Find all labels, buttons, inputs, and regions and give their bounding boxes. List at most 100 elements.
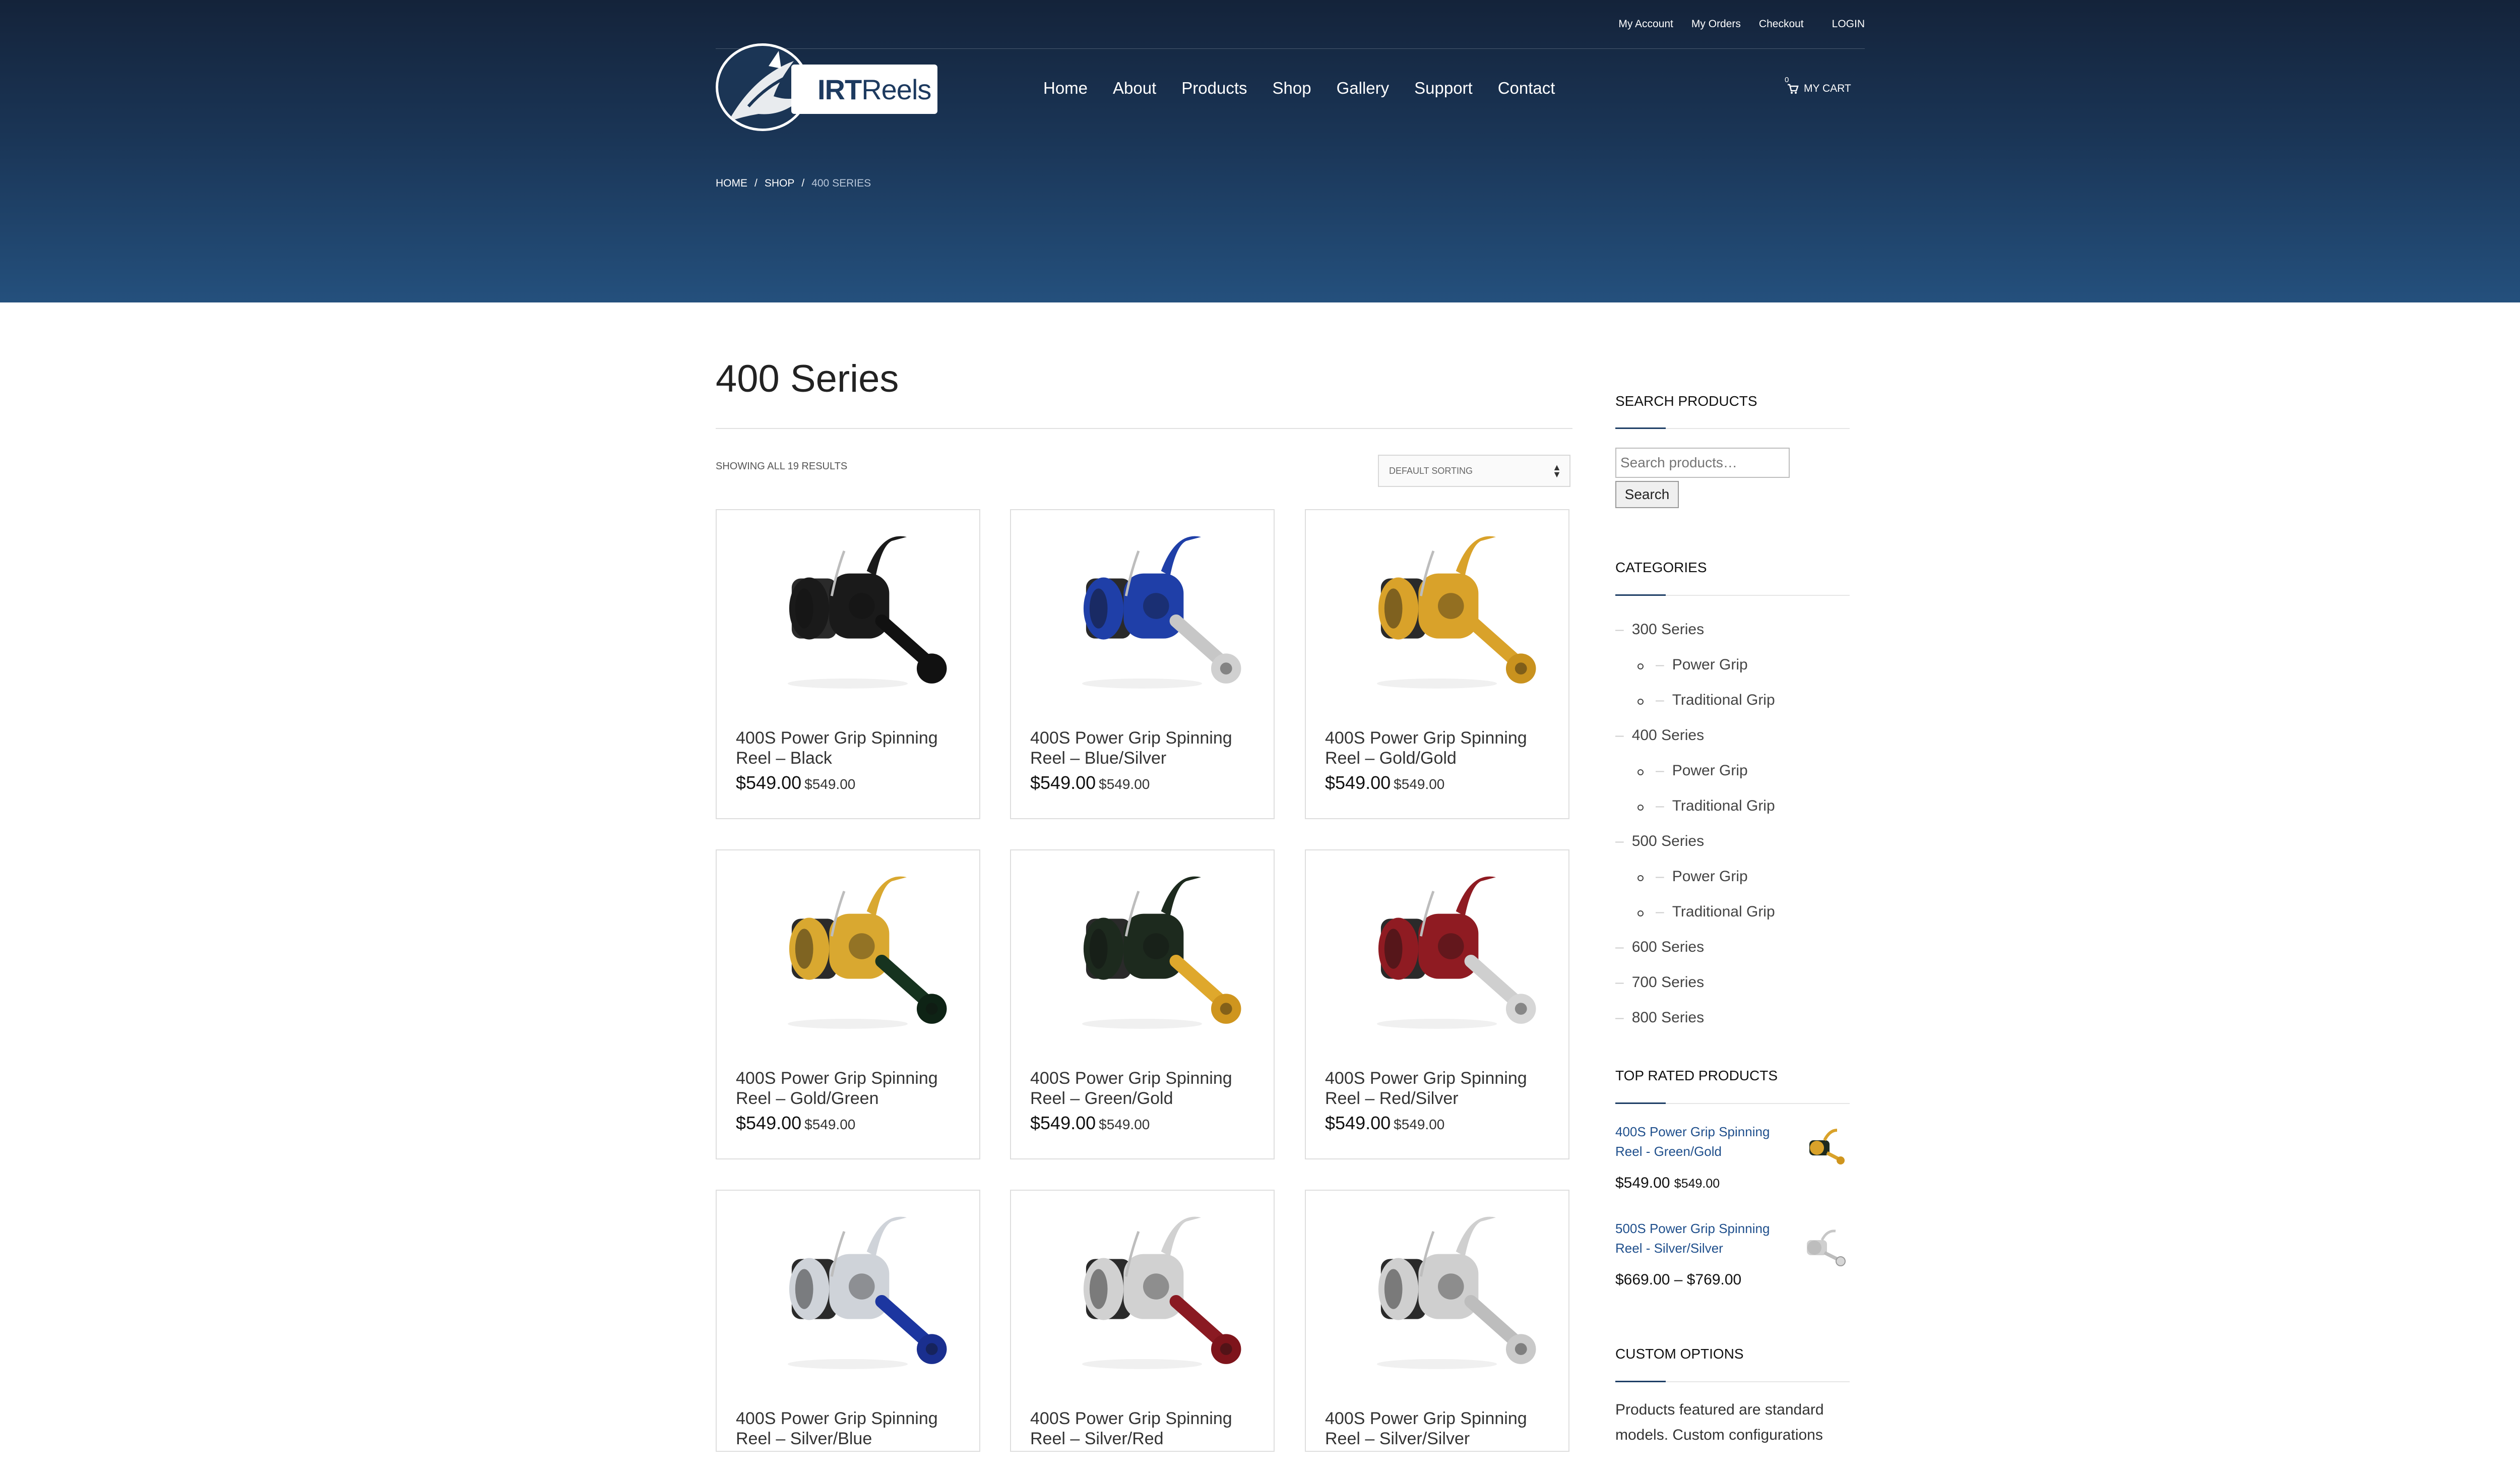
spinning-reel-image-icon[interactable]: [1306, 850, 1568, 1052]
subcategory-item[interactable]: – Traditional Grip: [1656, 797, 1775, 815]
subcategory-item[interactable]: – Power Grip: [1656, 868, 1748, 885]
nav-about[interactable]: About: [1113, 79, 1156, 98]
category-item[interactable]: –400 Series: [1615, 727, 1704, 744]
result-count: SHOWING ALL 19 RESULTS: [716, 461, 848, 472]
price-secondary: $549.00: [804, 776, 856, 792]
product-card[interactable]: 400S Power Grip Spinning Reel – Silver/R…: [1010, 1190, 1275, 1452]
bullet-icon: [1637, 805, 1644, 811]
category-dash: –: [1615, 727, 1624, 744]
bullet-icon: [1637, 769, 1644, 775]
price-secondary: $549.00: [1099, 776, 1150, 792]
cart-link[interactable]: 0 MY CART: [1785, 76, 1851, 99]
reel-thumbnail-icon[interactable]: [1794, 1220, 1850, 1270]
bullet-icon: [1637, 875, 1644, 881]
reel-thumbnail-icon[interactable]: [1794, 1120, 1850, 1171]
product-price: $549.00 $549.00: [736, 772, 855, 793]
product-card[interactable]: 400S Power Grip Spinning Reel – Blue/Sil…: [1010, 509, 1275, 819]
product-price: $549.00 $549.00: [1325, 772, 1444, 793]
top-rated-product-link[interactable]: 500S Power Grip Spinning Reel - Silver/S…: [1615, 1219, 1777, 1258]
breadcrumb-current: 400 SERIES: [811, 177, 871, 189]
my-orders-link[interactable]: My Orders: [1691, 18, 1741, 30]
nav-home[interactable]: Home: [1043, 79, 1088, 98]
spinning-reel-image-icon[interactable]: [1011, 510, 1274, 712]
bullet-icon: [1637, 699, 1644, 705]
category-label: 600 Series: [1631, 939, 1705, 955]
category-item[interactable]: –800 Series: [1615, 1009, 1704, 1026]
product-name[interactable]: 400S Power Grip Spinning Reel – Gold/Gre…: [736, 1068, 968, 1109]
spinning-reel-image-icon[interactable]: [1011, 850, 1274, 1052]
subcategory-item[interactable]: – Power Grip: [1656, 656, 1748, 673]
cart-label: MY CART: [1804, 83, 1851, 94]
top-rated-heading: TOP RATED PRODUCTS: [1615, 1068, 1778, 1083]
product-name[interactable]: 400S Power Grip Spinning Reel – Blue/Sil…: [1030, 728, 1262, 768]
product-card[interactable]: 400S Power Grip Spinning Reel – Black $54…: [716, 509, 980, 819]
price: $549.00: [1325, 772, 1391, 793]
product-price: [1325, 1453, 1328, 1474]
product-name[interactable]: 400S Power Grip Spinning Reel – Black: [736, 728, 968, 768]
category-item[interactable]: –600 Series: [1615, 939, 1704, 956]
search-input[interactable]: [1615, 448, 1790, 478]
product-name[interactable]: 400S Power Grip Spinning Reel – Silver/R…: [1030, 1408, 1262, 1449]
product-card[interactable]: 400S Power Grip Spinning Reel – Red/Silv…: [1305, 849, 1569, 1159]
category-dash: –: [1656, 903, 1664, 920]
sort-dropdown[interactable]: DEFAULT SORTING ▲ ▼: [1378, 455, 1570, 487]
nav-gallery[interactable]: Gallery: [1337, 79, 1390, 98]
sort-arrows-icon: ▲ ▼: [1552, 462, 1561, 479]
product-name[interactable]: 400S Power Grip Spinning Reel – Green/Go…: [1030, 1068, 1262, 1109]
checkout-link[interactable]: Checkout: [1759, 18, 1804, 30]
nav-shop[interactable]: Shop: [1273, 79, 1311, 98]
category-item[interactable]: –700 Series: [1615, 974, 1704, 991]
product-card[interactable]: 400S Power Grip Spinning Reel – Gold/Gre…: [716, 849, 980, 1159]
product-name[interactable]: 400S Power Grip Spinning Reel – Gold/Gol…: [1325, 728, 1557, 768]
subcategory-label: Traditional Grip: [1672, 692, 1775, 708]
category-dash: –: [1656, 762, 1664, 779]
category-label: 800 Series: [1631, 1009, 1705, 1026]
search-products-heading: SEARCH PRODUCTS: [1615, 393, 1757, 409]
spinning-reel-image-icon[interactable]: [717, 850, 979, 1052]
product-card[interactable]: 400S Power Grip Spinning Reel – Silver/S…: [1305, 1190, 1569, 1452]
product-name[interactable]: 400S Power Grip Spinning Reel – Red/Silv…: [1325, 1068, 1557, 1109]
category-label: 700 Series: [1631, 974, 1705, 991]
product-price: $549.00 $549.00: [736, 1113, 855, 1134]
breadcrumb-home[interactable]: HOME: [716, 177, 747, 190]
site-logo[interactable]: IRT Reels: [716, 40, 937, 131]
spinning-reel-image-icon[interactable]: [1306, 510, 1568, 712]
price: $669.00 – $769.00: [1615, 1271, 1742, 1288]
search-button[interactable]: Search: [1615, 481, 1679, 508]
sort-selected-value: DEFAULT SORTING: [1389, 465, 1473, 476]
top-rated-product-link[interactable]: 400S Power Grip Spinning Reel - Green/Go…: [1615, 1122, 1777, 1161]
spinning-reel-image-icon[interactable]: [717, 1191, 979, 1392]
subcategory-item[interactable]: – Traditional Grip: [1656, 903, 1775, 920]
category-dash: –: [1615, 974, 1624, 991]
category-item[interactable]: –300 Series: [1615, 621, 1704, 638]
login-link[interactable]: LOGIN: [1832, 18, 1865, 30]
category-item[interactable]: –500 Series: [1615, 833, 1704, 850]
spinning-reel-image-icon[interactable]: [1306, 1191, 1568, 1392]
subcategory-item[interactable]: – Traditional Grip: [1656, 692, 1775, 709]
product-name[interactable]: 400S Power Grip Spinning Reel – Silver/S…: [1325, 1408, 1557, 1449]
subcategory-label: Traditional Grip: [1672, 903, 1775, 920]
product-card[interactable]: 400S Power Grip Spinning Reel – Silver/B…: [716, 1190, 980, 1452]
product-price: $549.00 $549.00: [1325, 1113, 1444, 1134]
breadcrumb-shop[interactable]: SHOP: [765, 177, 795, 190]
title-divider: [716, 428, 1572, 429]
sidebar-accent: [1615, 1381, 1666, 1382]
price-secondary: $549.00: [1394, 776, 1445, 792]
my-account-link[interactable]: My Account: [1618, 18, 1673, 30]
price: $549.00: [736, 772, 802, 793]
nav-contact[interactable]: Contact: [1498, 79, 1555, 98]
category-label: 400 Series: [1631, 727, 1705, 744]
spinning-reel-image-icon[interactable]: [1011, 1191, 1274, 1392]
price-secondary: $549.00: [1674, 1177, 1720, 1191]
spinning-reel-image-icon[interactable]: [717, 510, 979, 712]
product-card[interactable]: 400S Power Grip Spinning Reel – Gold/Gol…: [1305, 509, 1569, 819]
product-price: [1030, 1453, 1033, 1474]
subcategory-item[interactable]: – Power Grip: [1656, 762, 1748, 779]
nav-products[interactable]: Products: [1181, 79, 1247, 98]
top-rated-price: $669.00 – $769.00: [1615, 1271, 1741, 1288]
product-name[interactable]: 400S Power Grip Spinning Reel – Silver/B…: [736, 1408, 968, 1449]
nav-support[interactable]: Support: [1414, 79, 1473, 98]
sidebar-accent: [1615, 427, 1666, 429]
price: $549.00: [1030, 1113, 1096, 1133]
product-card[interactable]: 400S Power Grip Spinning Reel – Green/Go…: [1010, 849, 1275, 1159]
